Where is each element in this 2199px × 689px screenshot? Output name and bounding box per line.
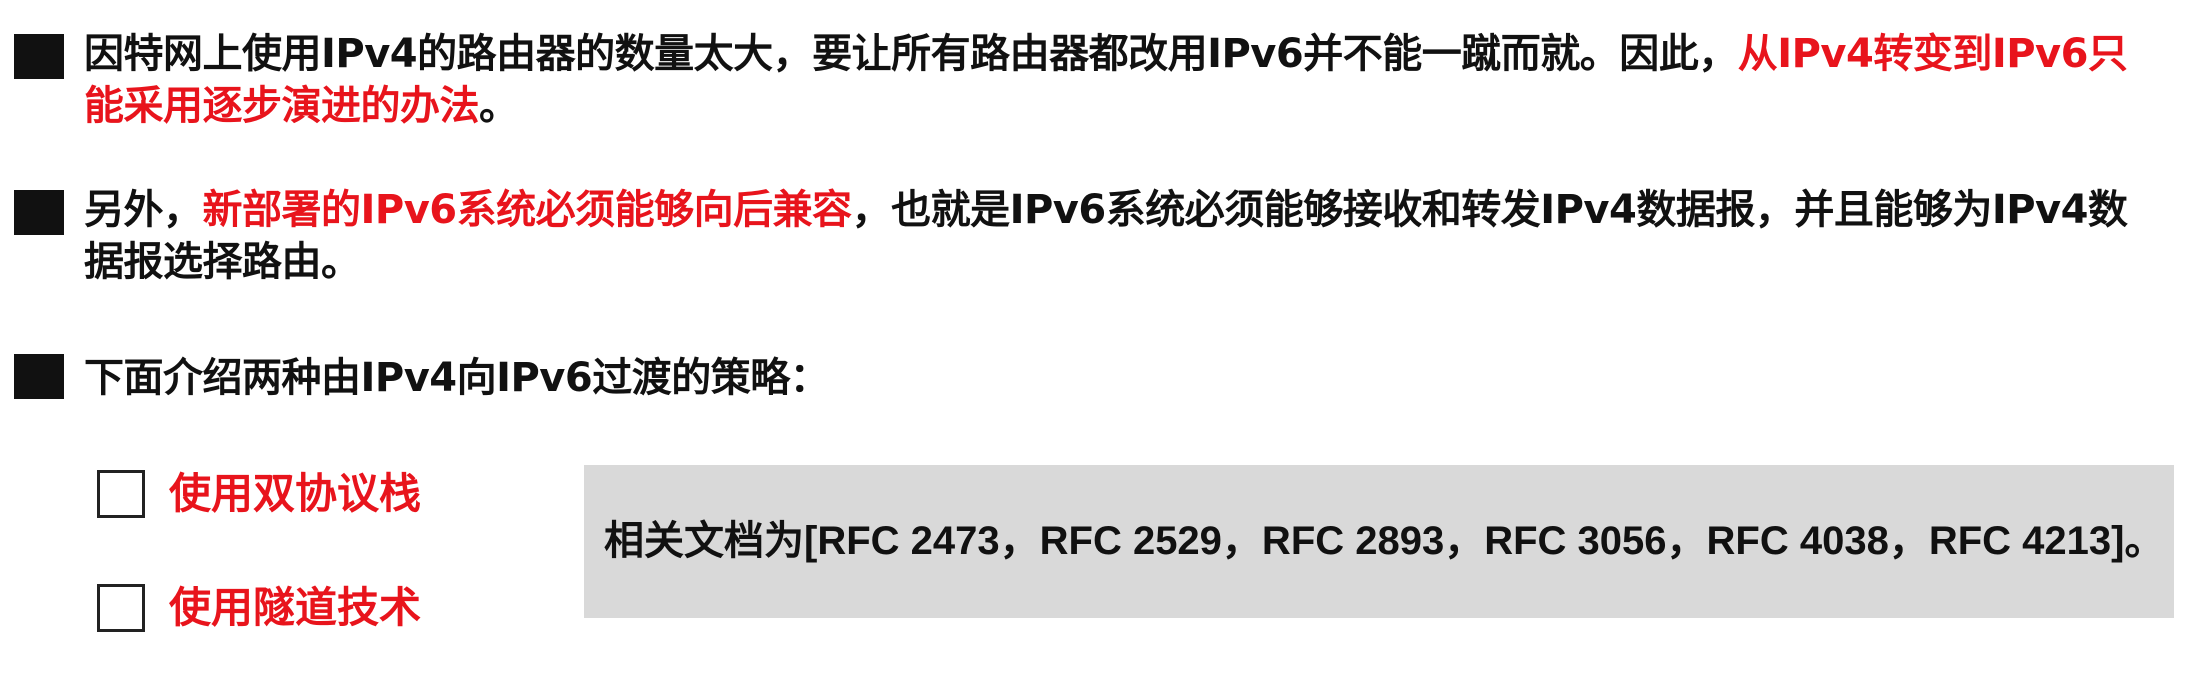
bullet-1-end: 。 <box>479 83 519 129</box>
bullet-item-2: 另外，新部署的IPv6系统必须能够向后兼容，也就是IPv6系统必须能够接收和转发… <box>14 178 2134 288</box>
bullet-square-icon <box>14 354 64 399</box>
bullet-2-text: 另外， <box>84 187 203 233</box>
bullet-1-text: 因特网上使用IPv4的路由器的数量太大，要让所有路由器都改用IPv6并不能一蹴而… <box>84 31 1738 77</box>
checkbox-square-icon <box>97 584 145 632</box>
bullet-2-highlight: 新部署的IPv6系统必须能够向后兼容 <box>202 187 853 233</box>
rfc-reference-text: 相关文档为[RFC 2473，RFC 2529，RFC 2893，RFC 305… <box>604 511 2164 571</box>
rfc-reference-box: 相关文档为[RFC 2473，RFC 2529，RFC 2893，RFC 305… <box>584 465 2174 618</box>
bullet-3-text: 下面介绍两种由IPv4向IPv6过渡的策略： <box>84 355 830 401</box>
strategy-label: 使用双协议栈 <box>169 469 422 518</box>
bullet-item-3: 下面介绍两种由IPv4向IPv6过渡的策略： <box>14 352 2134 412</box>
bullet-item-1: 因特网上使用IPv4的路由器的数量太大，要让所有路由器都改用IPv6并不能一蹴而… <box>14 22 2134 132</box>
rfc-reference-lead: 相关文档为 <box>604 518 804 564</box>
bullet-paragraph-2: 另外，新部署的IPv6系统必须能够向后兼容，也就是IPv6系统必须能够接收和转发… <box>84 184 2134 288</box>
bullet-square-icon <box>14 190 64 235</box>
strategy-label: 使用隧道技术 <box>169 583 422 632</box>
checkbox-square-icon <box>97 470 145 518</box>
bullet-paragraph-3: 下面介绍两种由IPv4向IPv6过渡的策略： <box>84 352 2134 404</box>
rfc-reference-list: [RFC 2473，RFC 2529，RFC 2893，RFC 3056，RFC… <box>804 519 2165 563</box>
bullet-paragraph-1: 因特网上使用IPv4的路由器的数量太大，要让所有路由器都改用IPv6并不能一蹴而… <box>84 28 2134 132</box>
bullet-square-icon <box>14 34 64 79</box>
